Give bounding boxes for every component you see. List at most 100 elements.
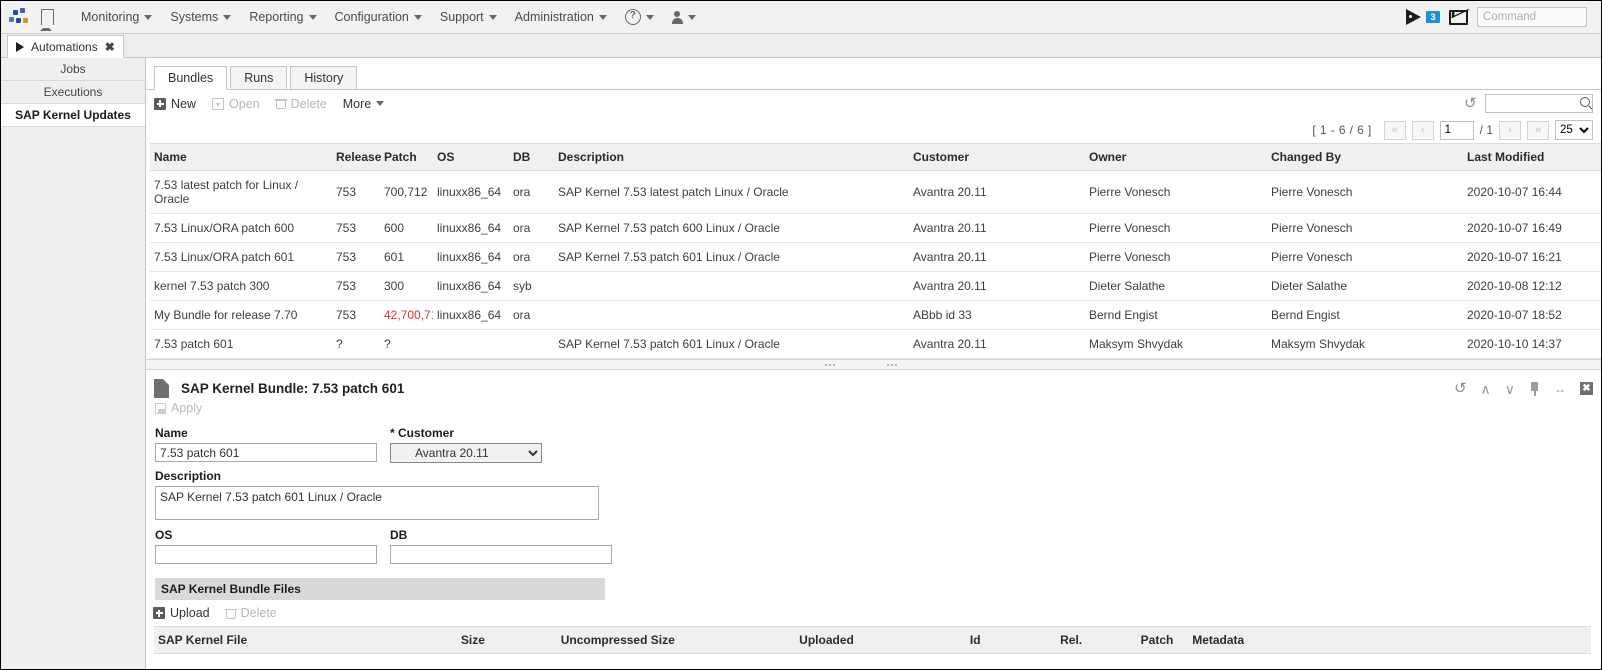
tag-icon[interactable]: 3 [1406, 8, 1440, 26]
fcol-metadata[interactable]: Metadata [1188, 627, 1591, 654]
files-section-title: SAP Kernel Bundle Files [155, 578, 605, 600]
detail-panel: SAP Kernel Bundle: 7.53 patch 601 ↻ ∧ ∨ … [146, 370, 1601, 669]
chevron-down-icon [489, 15, 497, 20]
open-dropdown-icon [212, 98, 224, 110]
more-button[interactable]: More [343, 97, 384, 111]
table-row[interactable]: 7.53 Linux/ORA patch 601 753 601 linuxx8… [150, 243, 1602, 272]
cell-owner: Pierre Vonesch [1085, 214, 1267, 243]
menu-help[interactable]: ? [616, 5, 663, 29]
menu-support[interactable]: Support [431, 6, 506, 28]
table-row[interactable]: 7.53 latest patch for Linux / Oracle 753… [150, 171, 1602, 214]
page-size-select[interactable]: 25 [1555, 120, 1593, 140]
name-input[interactable] [155, 443, 377, 462]
upload-button[interactable]: Upload [153, 606, 210, 620]
col-owner[interactable]: Owner [1085, 144, 1267, 171]
splitter-grip[interactable] [824, 363, 836, 366]
cell-patch: 601 [380, 243, 433, 272]
top-menu-bar: Monitoring Systems Reporting Configurati… [1, 1, 1601, 34]
col-customer[interactable]: Customer [909, 144, 1085, 171]
db-input[interactable] [390, 545, 612, 564]
cell-description [554, 272, 909, 301]
panel-splitter[interactable] [146, 359, 1601, 370]
command-input[interactable] [1477, 7, 1587, 27]
app-tab-automations[interactable]: Automations ✖ [7, 35, 124, 58]
apply-button[interactable]: Apply [146, 398, 1601, 415]
col-last-modified[interactable]: Last Modified [1463, 144, 1602, 171]
table-row[interactable]: My Bundle for release 7.70 753 42,700,71… [150, 301, 1602, 330]
table-row[interactable]: 7.53 patch 601 ? ? SAP Kernel 7.53 patch… [150, 330, 1602, 359]
fcol-uncompressed-size[interactable]: Uncompressed Size [557, 627, 795, 654]
last-page-button[interactable]: » [1527, 121, 1549, 140]
prev-page-button[interactable]: ‹ [1412, 121, 1434, 140]
sidebar-item-label: Jobs [60, 62, 85, 76]
next-record-icon[interactable]: ∨ [1505, 382, 1515, 396]
menu-configuration[interactable]: Configuration [326, 6, 431, 28]
close-icon[interactable]: ✖ [105, 41, 115, 53]
sidebar-item-jobs[interactable]: Jobs [1, 58, 145, 81]
chevron-down-icon [223, 15, 231, 20]
files-delete-button[interactable]: Delete [226, 606, 277, 620]
pin-icon[interactable] [1529, 382, 1540, 396]
form-row-name-customer: Name * Customer Avantra 20.11 [155, 426, 1601, 463]
search-icon[interactable] [1580, 97, 1590, 107]
bookmark-icon[interactable] [41, 9, 54, 25]
delete-button[interactable]: Delete [276, 97, 327, 111]
tab-runs[interactable]: Runs [230, 66, 287, 90]
open-button[interactable]: Open [212, 97, 260, 111]
col-db[interactable]: DB [509, 144, 554, 171]
avantra-logo-icon[interactable] [7, 6, 33, 28]
previous-record-icon[interactable]: ∧ [1481, 382, 1491, 396]
cell-os: linuxx86_64 [433, 214, 509, 243]
splitter-grip[interactable] [886, 363, 898, 366]
cell-os [433, 330, 509, 359]
play-triangle-icon [16, 42, 24, 52]
sidebar-item-sap-kernel-updates[interactable]: SAP Kernel Updates [1, 104, 145, 127]
field-os-group: OS [155, 528, 377, 564]
save-icon [155, 403, 166, 414]
search-input[interactable] [1485, 94, 1593, 113]
os-input[interactable] [155, 545, 377, 564]
record-range-label: [ 1 - 6 / 6 ] [1312, 123, 1371, 137]
new-button[interactable]: New [154, 97, 196, 111]
next-page-button[interactable]: › [1499, 121, 1521, 140]
first-page-button[interactable]: « [1384, 121, 1406, 140]
customer-select[interactable]: Avantra 20.11 [390, 443, 542, 463]
mail-icon[interactable] [1449, 10, 1468, 25]
col-changed-by[interactable]: Changed By [1267, 144, 1463, 171]
page-number-input[interactable] [1440, 121, 1474, 140]
fcol-uploaded[interactable]: Uploaded [795, 627, 966, 654]
tab-history[interactable]: History [290, 66, 357, 90]
menu-systems[interactable]: Systems [161, 6, 240, 28]
table-row[interactable]: kernel 7.53 patch 300 753 300 linuxx86_6… [150, 272, 1602, 301]
fcol-sap-kernel-file[interactable]: SAP Kernel File [154, 627, 457, 654]
cell-os: linuxx86_64 [433, 301, 509, 330]
cell-owner: Pierre Vonesch [1085, 243, 1267, 272]
minimize-icon[interactable]: ↔ [1554, 383, 1566, 395]
cell-last-modified: 2020-10-07 16:44 [1463, 171, 1602, 214]
col-patch[interactable]: Patch [380, 144, 433, 171]
menu-monitoring[interactable]: Monitoring [72, 6, 161, 28]
col-release[interactable]: Release [332, 144, 380, 171]
fcol-patch[interactable]: Patch [1137, 627, 1189, 654]
sidebar-item-label: Executions [44, 85, 103, 99]
col-description[interactable]: Description [554, 144, 909, 171]
refresh-icon[interactable]: ↻ [1454, 381, 1467, 396]
cell-customer: ABbb id 33 [909, 301, 1085, 330]
refresh-icon[interactable]: ↻ [1464, 96, 1477, 111]
fcol-id[interactable]: Id [966, 627, 1056, 654]
fcol-size[interactable]: Size [457, 627, 557, 654]
col-name[interactable]: Name [150, 144, 332, 171]
sidebar-item-executions[interactable]: Executions [1, 81, 145, 104]
col-os[interactable]: OS [433, 144, 509, 171]
table-row[interactable]: 7.53 Linux/ORA patch 600 753 600 linuxx8… [150, 214, 1602, 243]
menu-administration[interactable]: Administration [506, 6, 616, 28]
fcol-rel[interactable]: Rel. [1056, 627, 1137, 654]
plus-icon [153, 607, 165, 619]
description-textarea[interactable]: SAP Kernel 7.53 patch 601 Linux / Oracle [155, 486, 599, 520]
grid-scroll-area: Name Release Patch OS DB Description Cus… [146, 143, 1601, 359]
tab-bundles[interactable]: Bundles [154, 66, 227, 90]
menu-reporting[interactable]: Reporting [240, 6, 325, 28]
pagination-bar: [ 1 - 6 / 6 ] « ‹ / 1 › » 25 [146, 117, 1601, 143]
close-icon[interactable]: ✖ [1580, 382, 1593, 395]
menu-user[interactable] [663, 7, 705, 28]
